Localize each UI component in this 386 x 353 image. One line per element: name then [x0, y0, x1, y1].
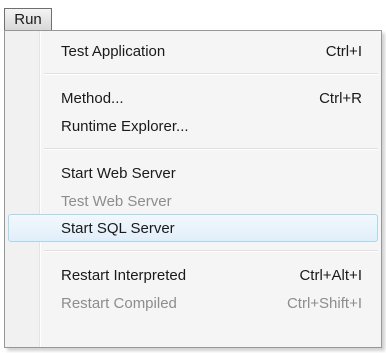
menu-separator [44, 73, 378, 75]
menu-item-runtime-explorer[interactable]: Runtime Explorer... [8, 112, 378, 140]
menu-item-label: Test Web Server [61, 193, 172, 210]
menu-item-start-sql-server[interactable]: Start SQL Server [8, 214, 378, 242]
menu-item-label: Restart Interpreted [61, 267, 187, 284]
menu-item-shortcut: Ctrl+Alt+I [299, 267, 362, 284]
menu-item-label: Test Application [61, 43, 166, 60]
menu-separator [44, 250, 378, 252]
menu-item-shortcut: Ctrl+Shift+I [286, 295, 362, 312]
menu-item-label: Runtime Explorer... [61, 118, 189, 135]
menu-item-shortcut: Ctrl+R [319, 90, 362, 107]
menu-item-test-web-server: Test Web Server [8, 187, 378, 215]
menu-item-label: Restart Compiled [61, 295, 177, 312]
menu-item-label: Start Web Server [61, 165, 176, 182]
menu-item-test-application[interactable]: Test Application Ctrl+I [8, 37, 378, 65]
menu-item-label: Method... [61, 90, 124, 107]
menu-item-shortcut: Ctrl+I [325, 43, 362, 60]
menu-item-method[interactable]: Method... Ctrl+R [8, 84, 378, 112]
menu-item-start-web-server[interactable]: Start Web Server [8, 159, 378, 187]
menu-item-label: Start SQL Server [61, 220, 175, 237]
run-dropdown-menu: Test Application Ctrl+I Method... Ctrl+R… [4, 30, 382, 348]
menu-item-restart-compiled: Restart Compiled Ctrl+Shift+I [8, 289, 378, 317]
menu-separator [44, 148, 378, 150]
menu-item-restart-interpreted[interactable]: Restart Interpreted Ctrl+Alt+I [8, 261, 378, 289]
menubar: Run [0, 0, 386, 32]
run-menu-button[interactable]: Run [4, 8, 52, 30]
